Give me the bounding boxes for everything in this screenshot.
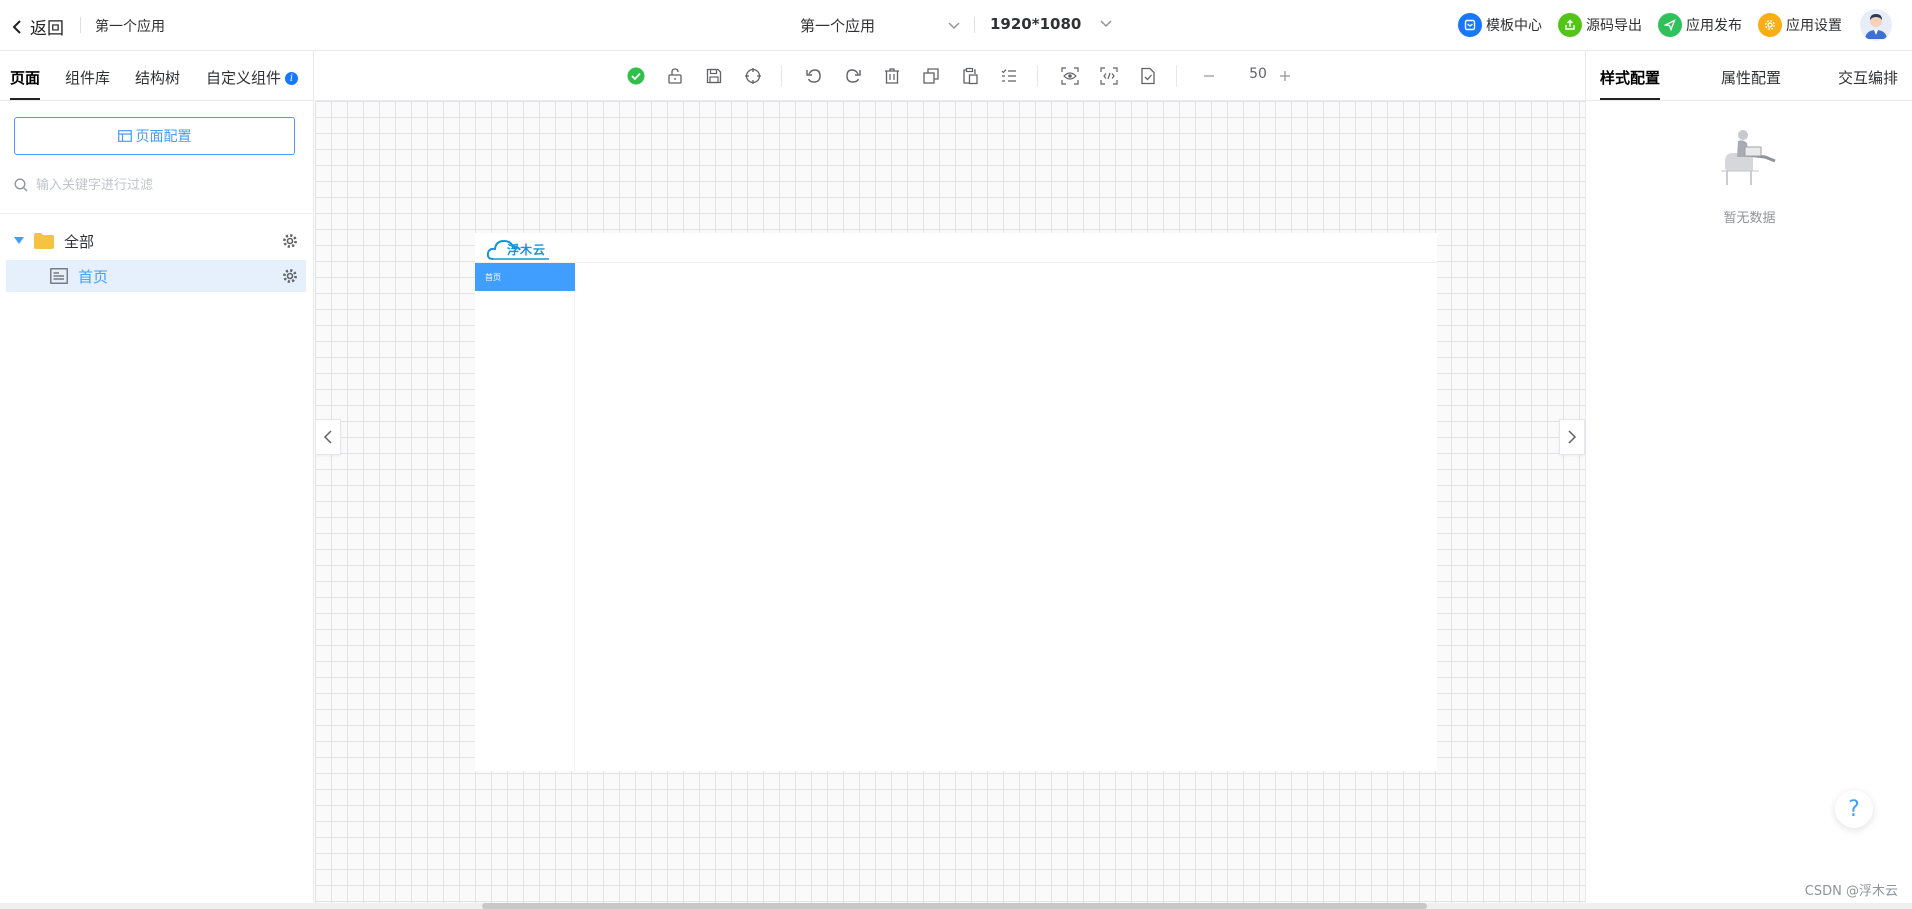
chevron-right-icon (1568, 430, 1577, 444)
page-preview[interactable]: 浮木云 首页 (475, 233, 1437, 771)
filter-input[interactable] (36, 177, 276, 193)
redo-icon[interactable] (842, 65, 864, 87)
minus-icon (1204, 75, 1214, 77)
chevron-left-icon (323, 430, 332, 444)
source-export-label: 源码导出 (1586, 18, 1642, 34)
active-tab-indicator (10, 98, 40, 100)
chevron-down-icon (948, 21, 960, 29)
active-tab-indicator (1600, 98, 1660, 100)
preview-icon[interactable] (1059, 65, 1081, 87)
source-export-link[interactable]: 源码导出 (1558, 13, 1642, 37)
chevron-down-icon (1100, 20, 1112, 28)
help-button[interactable]: ? (1835, 790, 1873, 828)
page-icon (50, 268, 68, 284)
tab-structure-tree[interactable]: 结构树 (135, 67, 180, 88)
tab-component-library[interactable]: 组件库 (65, 67, 110, 88)
app-settings-link[interactable]: 应用设置 (1758, 13, 1842, 37)
tab-property-config[interactable]: 属性配置 (1721, 67, 1781, 88)
export-icon (1558, 13, 1582, 37)
list-icon[interactable] (998, 65, 1020, 87)
right-tabs: 样式配置 属性配置 交互编排 (1586, 51, 1912, 101)
page-config-button[interactable]: 页面配置 (14, 117, 295, 155)
collapse-left-button[interactable] (315, 419, 341, 455)
unlock-icon[interactable] (664, 65, 686, 87)
app-root: 返回 第一个应用 第一个应用 1920*1080 模板中心 源码导出 应用发布 … (0, 0, 1912, 909)
resolution-select-value: 1920*1080 (990, 15, 1082, 33)
gear-icon[interactable] (282, 268, 298, 284)
gear-icon[interactable] (282, 233, 298, 249)
search-icon (14, 178, 28, 192)
validate-icon[interactable] (1137, 65, 1159, 87)
template-icon (1458, 13, 1482, 37)
crosshair-icon[interactable] (742, 65, 764, 87)
divider (1037, 65, 1038, 87)
resolution-select[interactable]: 1920*1080 (990, 15, 1112, 33)
back-button[interactable]: 返回 (12, 14, 64, 39)
logo-text: 浮木云 (507, 243, 547, 257)
zoom-in-button[interactable] (1274, 65, 1296, 87)
app-select-value: 第一个应用 (800, 17, 876, 35)
tab-style-config[interactable]: 样式配置 (1600, 67, 1660, 88)
zoom-out-button[interactable] (1198, 65, 1220, 87)
divider (0, 213, 314, 214)
scrollbar-thumb[interactable] (482, 903, 1427, 909)
app-settings-label: 应用设置 (1786, 18, 1842, 34)
empty-illustration (1719, 127, 1781, 191)
tree-node-home[interactable]: 首页 (6, 260, 306, 292)
delete-icon[interactable] (881, 65, 903, 87)
tab-pages[interactable]: 页面 (10, 67, 40, 88)
folder-icon (34, 233, 54, 249)
divider (974, 17, 975, 33)
tree-node-label: 首页 (78, 267, 109, 286)
tree-node-label: 全部 (64, 232, 95, 251)
tab-custom-components-label: 自定义组件 (206, 69, 282, 87)
settings-icon (1758, 13, 1782, 37)
divider (781, 65, 782, 87)
caret-down-icon (14, 237, 24, 244)
app-name: 第一个应用 (95, 19, 165, 35)
preview-header: 浮木云 (475, 233, 1437, 263)
divider (80, 17, 81, 33)
watermark: CSDN @浮木云 (1804, 884, 1898, 899)
info-icon[interactable]: i (285, 72, 299, 85)
horizontal-scrollbar[interactable] (0, 903, 1912, 909)
left-panel: 页面 组件库 结构树 自定义组件i 页面配置 全部 首页 (0, 51, 314, 903)
left-tabs: 页面 组件库 结构树 自定义组件 i (0, 51, 314, 101)
template-center-label: 模板中心 (1486, 18, 1542, 34)
save-icon[interactable] (703, 65, 725, 87)
template-center-link[interactable]: 模板中心 (1458, 13, 1542, 37)
user-avatar-icon (1860, 9, 1892, 41)
editor-toolbar: 50 (315, 51, 1585, 101)
preview-sidebar (475, 263, 575, 771)
app-publish-link[interactable]: 应用发布 (1658, 13, 1742, 37)
tree-node-all[interactable]: 全部 (6, 225, 306, 257)
paste-icon[interactable] (959, 65, 981, 87)
code-icon[interactable] (1098, 65, 1120, 87)
app-publish-label: 应用发布 (1686, 18, 1742, 34)
publish-icon (1658, 13, 1682, 37)
user-avatar[interactable] (1860, 9, 1892, 41)
right-panel: 样式配置 属性配置 交互编排 暂无数据 (1585, 51, 1912, 903)
design-canvas[interactable]: 浮木云 首页 (315, 101, 1585, 903)
check-circle-icon[interactable] (625, 65, 647, 87)
header-links: 模板中心 源码导出 应用发布 应用设置 (1458, 9, 1912, 41)
tab-interaction[interactable]: 交互编排 (1838, 67, 1898, 88)
table-config-icon (117, 130, 132, 142)
page-config-label: 页面配置 (135, 129, 192, 145)
chevron-left-icon (12, 19, 21, 34)
tab-custom-components[interactable]: 自定义组件 i (206, 67, 299, 88)
filter-field (14, 172, 295, 198)
divider (1176, 65, 1177, 87)
back-label: 返回 (30, 19, 64, 39)
copy-icon[interactable] (920, 65, 942, 87)
preview-menu-item-home[interactable]: 首页 (475, 263, 575, 291)
top-bar: 返回 第一个应用 第一个应用 1920*1080 模板中心 源码导出 应用发布 … (0, 0, 1912, 51)
app-select[interactable]: 第一个应用 (800, 15, 960, 36)
empty-text: 暂无数据 (1723, 211, 1776, 226)
plus-icon (1280, 71, 1290, 81)
collapse-right-button[interactable] (1559, 419, 1585, 455)
undo-icon[interactable] (803, 65, 825, 87)
